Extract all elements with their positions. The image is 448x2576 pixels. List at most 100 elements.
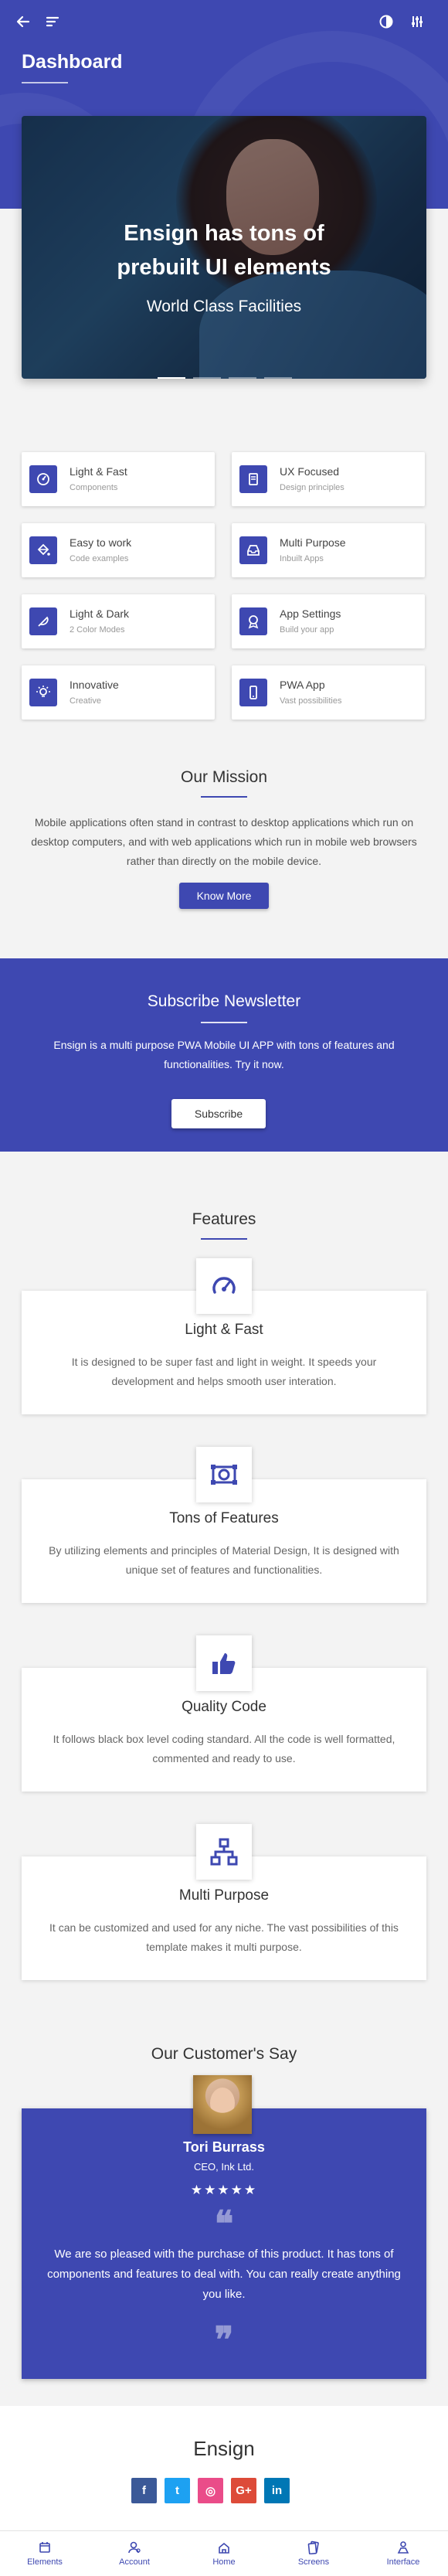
page-title: Dashboard <box>22 51 123 73</box>
feature-card-light-dark[interactable]: Light & Dark 2 Color Modes <box>22 594 215 648</box>
mission-title-underline <box>201 796 247 798</box>
phone-icon <box>239 679 267 706</box>
testimonial-text: We are so pleased with the purchase of t… <box>47 2248 401 2301</box>
calendar-icon <box>39 2542 50 2553</box>
features-title: Features <box>192 1210 256 1228</box>
newsletter-text: Ensign is a multi purpose PWA Mobile UI … <box>53 1039 395 1070</box>
feather-icon <box>29 607 57 635</box>
feature-title: Multi Purpose <box>178 1887 270 1904</box>
slider-dot[interactable] <box>193 377 221 379</box>
mission-text: Mobile applications often stand in contr… <box>31 816 417 867</box>
hero-title-line2: prebuilt UI elements <box>117 255 331 280</box>
feature-card-subtitle: Components <box>70 483 118 492</box>
arrow-left-icon[interactable] <box>12 11 34 32</box>
feature-title: Light & Fast <box>185 1322 263 1338</box>
contrast-icon[interactable] <box>375 11 397 32</box>
nav-screens[interactable]: Screens <box>269 2531 358 2576</box>
top-bar <box>0 11 448 32</box>
feature-card-title: Easy to work <box>70 536 132 549</box>
feature-card-ux-focused[interactable]: UX Focused Design principles <box>232 452 425 506</box>
bulb-icon <box>29 679 57 706</box>
feature-text: It is designed to be super fast and ligh… <box>71 1356 377 1387</box>
nav-label: Account <box>119 2557 150 2567</box>
speed-icon <box>29 465 57 493</box>
screens-icon <box>307 2540 319 2554</box>
feature-card-pwa-app[interactable]: PWA App Vast possibilities <box>232 665 425 720</box>
feature-card-title: Multi Purpose <box>280 536 346 549</box>
customer-name: Tori Burrass <box>183 2139 265 2155</box>
subscribe-button[interactable]: Subscribe <box>171 1099 266 1128</box>
feature-card-subtitle: Build your app <box>280 625 334 635</box>
award-icon <box>239 607 267 635</box>
feature-card-light-fast[interactable]: Light & Fast Components <box>22 452 215 506</box>
nav-label: Screens <box>297 2557 330 2567</box>
newsletter-title: Subscribe Newsletter <box>147 992 301 1010</box>
testimonial-card: Tori Burrass CEO, Ink Ltd. ★★★★★ ❝ We ar… <box>22 2108 426 2379</box>
thumbs-up-icon <box>196 1635 252 1691</box>
newsletter-section: Subscribe Newsletter Ensign is a multi p… <box>0 958 448 1152</box>
google-plus-icon[interactable]: G+ <box>231 2478 256 2503</box>
inbox-icon <box>239 536 267 564</box>
avatar-hair <box>193 2075 252 2134</box>
sitemap-icon <box>196 1824 252 1880</box>
feature-card-subtitle: Creative <box>70 696 101 706</box>
slider-dot[interactable] <box>158 377 185 379</box>
feature-card-subtitle: Vast possibilities <box>280 696 342 706</box>
quote-close-icon: ❞ <box>214 2319 234 2360</box>
customer-role: CEO, Ink Ltd. <box>193 2161 255 2173</box>
feature-card-title: Innovative <box>70 679 119 691</box>
feature-card-title: UX Focused <box>280 465 340 478</box>
star-rating: ★★★★★ <box>190 2183 258 2197</box>
slider-dot[interactable] <box>229 377 256 379</box>
feature-card-innovative[interactable]: Innovative Creative <box>22 665 215 720</box>
twitter-icon[interactable]: t <box>165 2478 190 2503</box>
feature-text: It follows black box level coding standa… <box>53 1733 395 1764</box>
feature-card-app-settings[interactable]: App Settings Build your app <box>232 594 425 648</box>
nav-label: Elements <box>27 2557 63 2567</box>
bottom-navigation: Elements Account Home Screens Interface <box>0 2530 448 2576</box>
nav-label: Interface <box>386 2557 420 2567</box>
features-title-underline <box>201 1238 247 1240</box>
feature-card-subtitle: Code examples <box>70 554 129 563</box>
feature-card-multi-purpose[interactable]: Multi Purpose Inbuilt Apps <box>232 523 425 577</box>
facebook-icon[interactable]: f <box>131 2478 157 2503</box>
menu-lines-icon[interactable] <box>42 11 63 32</box>
nav-interface[interactable]: Interface <box>358 2531 448 2576</box>
feature-card-title: Light & Dark <box>70 607 130 620</box>
feature-text: It can be customized and used for any ni… <box>49 1921 399 1953</box>
hero-slider[interactable]: Ensign has tons of prebuilt UI elements … <box>22 116 426 379</box>
footer-title: Ensign <box>193 2437 255 2460</box>
account-icon <box>128 2541 141 2554</box>
feature-card-title: PWA App <box>280 679 325 691</box>
title-underline <box>22 82 68 83</box>
slider-dot[interactable] <box>264 377 292 379</box>
feature-title: Tons of Features <box>169 1510 279 1526</box>
nav-elements[interactable]: Elements <box>0 2531 90 2576</box>
newsletter-title-underline <box>201 1022 247 1023</box>
mission-title: Our Mission <box>180 768 268 786</box>
linkedin-icon[interactable]: in <box>264 2478 290 2503</box>
footer <box>0 2406 448 2533</box>
feature-card-subtitle: Design principles <box>280 483 344 492</box>
nav-account[interactable]: Account <box>90 2531 179 2576</box>
know-more-button[interactable]: Know More <box>179 883 269 909</box>
feature-card-title: Light & Fast <box>70 465 127 478</box>
quote-open-icon: ❝ <box>214 2203 234 2244</box>
feature-card-easy-to-work[interactable]: Easy to work Code examples <box>22 523 215 577</box>
home-icon <box>219 2542 229 2554</box>
feature-text: By utilizing elements and principles of … <box>49 1544 399 1576</box>
hero-subtitle: World Class Facilities <box>146 298 302 315</box>
feature-title: Quality Code <box>182 1699 266 1715</box>
testimonials-title: Our Customer's Say <box>151 2045 297 2063</box>
avatar <box>193 2075 252 2134</box>
speedometer-icon <box>196 1258 252 1314</box>
sliders-icon[interactable] <box>406 11 428 32</box>
hero-title-line1: Ensign has tons of <box>124 221 324 246</box>
dribbble-icon[interactable]: ◎ <box>198 2478 223 2503</box>
interface-icon <box>397 2541 409 2554</box>
feature-card-subtitle: Inbuilt Apps <box>280 554 324 563</box>
feature-card-subtitle: 2 Color Modes <box>70 625 125 635</box>
nav-home[interactable]: Home <box>179 2531 269 2576</box>
nav-label: Home <box>212 2557 236 2567</box>
paint-bucket-icon <box>29 536 57 564</box>
